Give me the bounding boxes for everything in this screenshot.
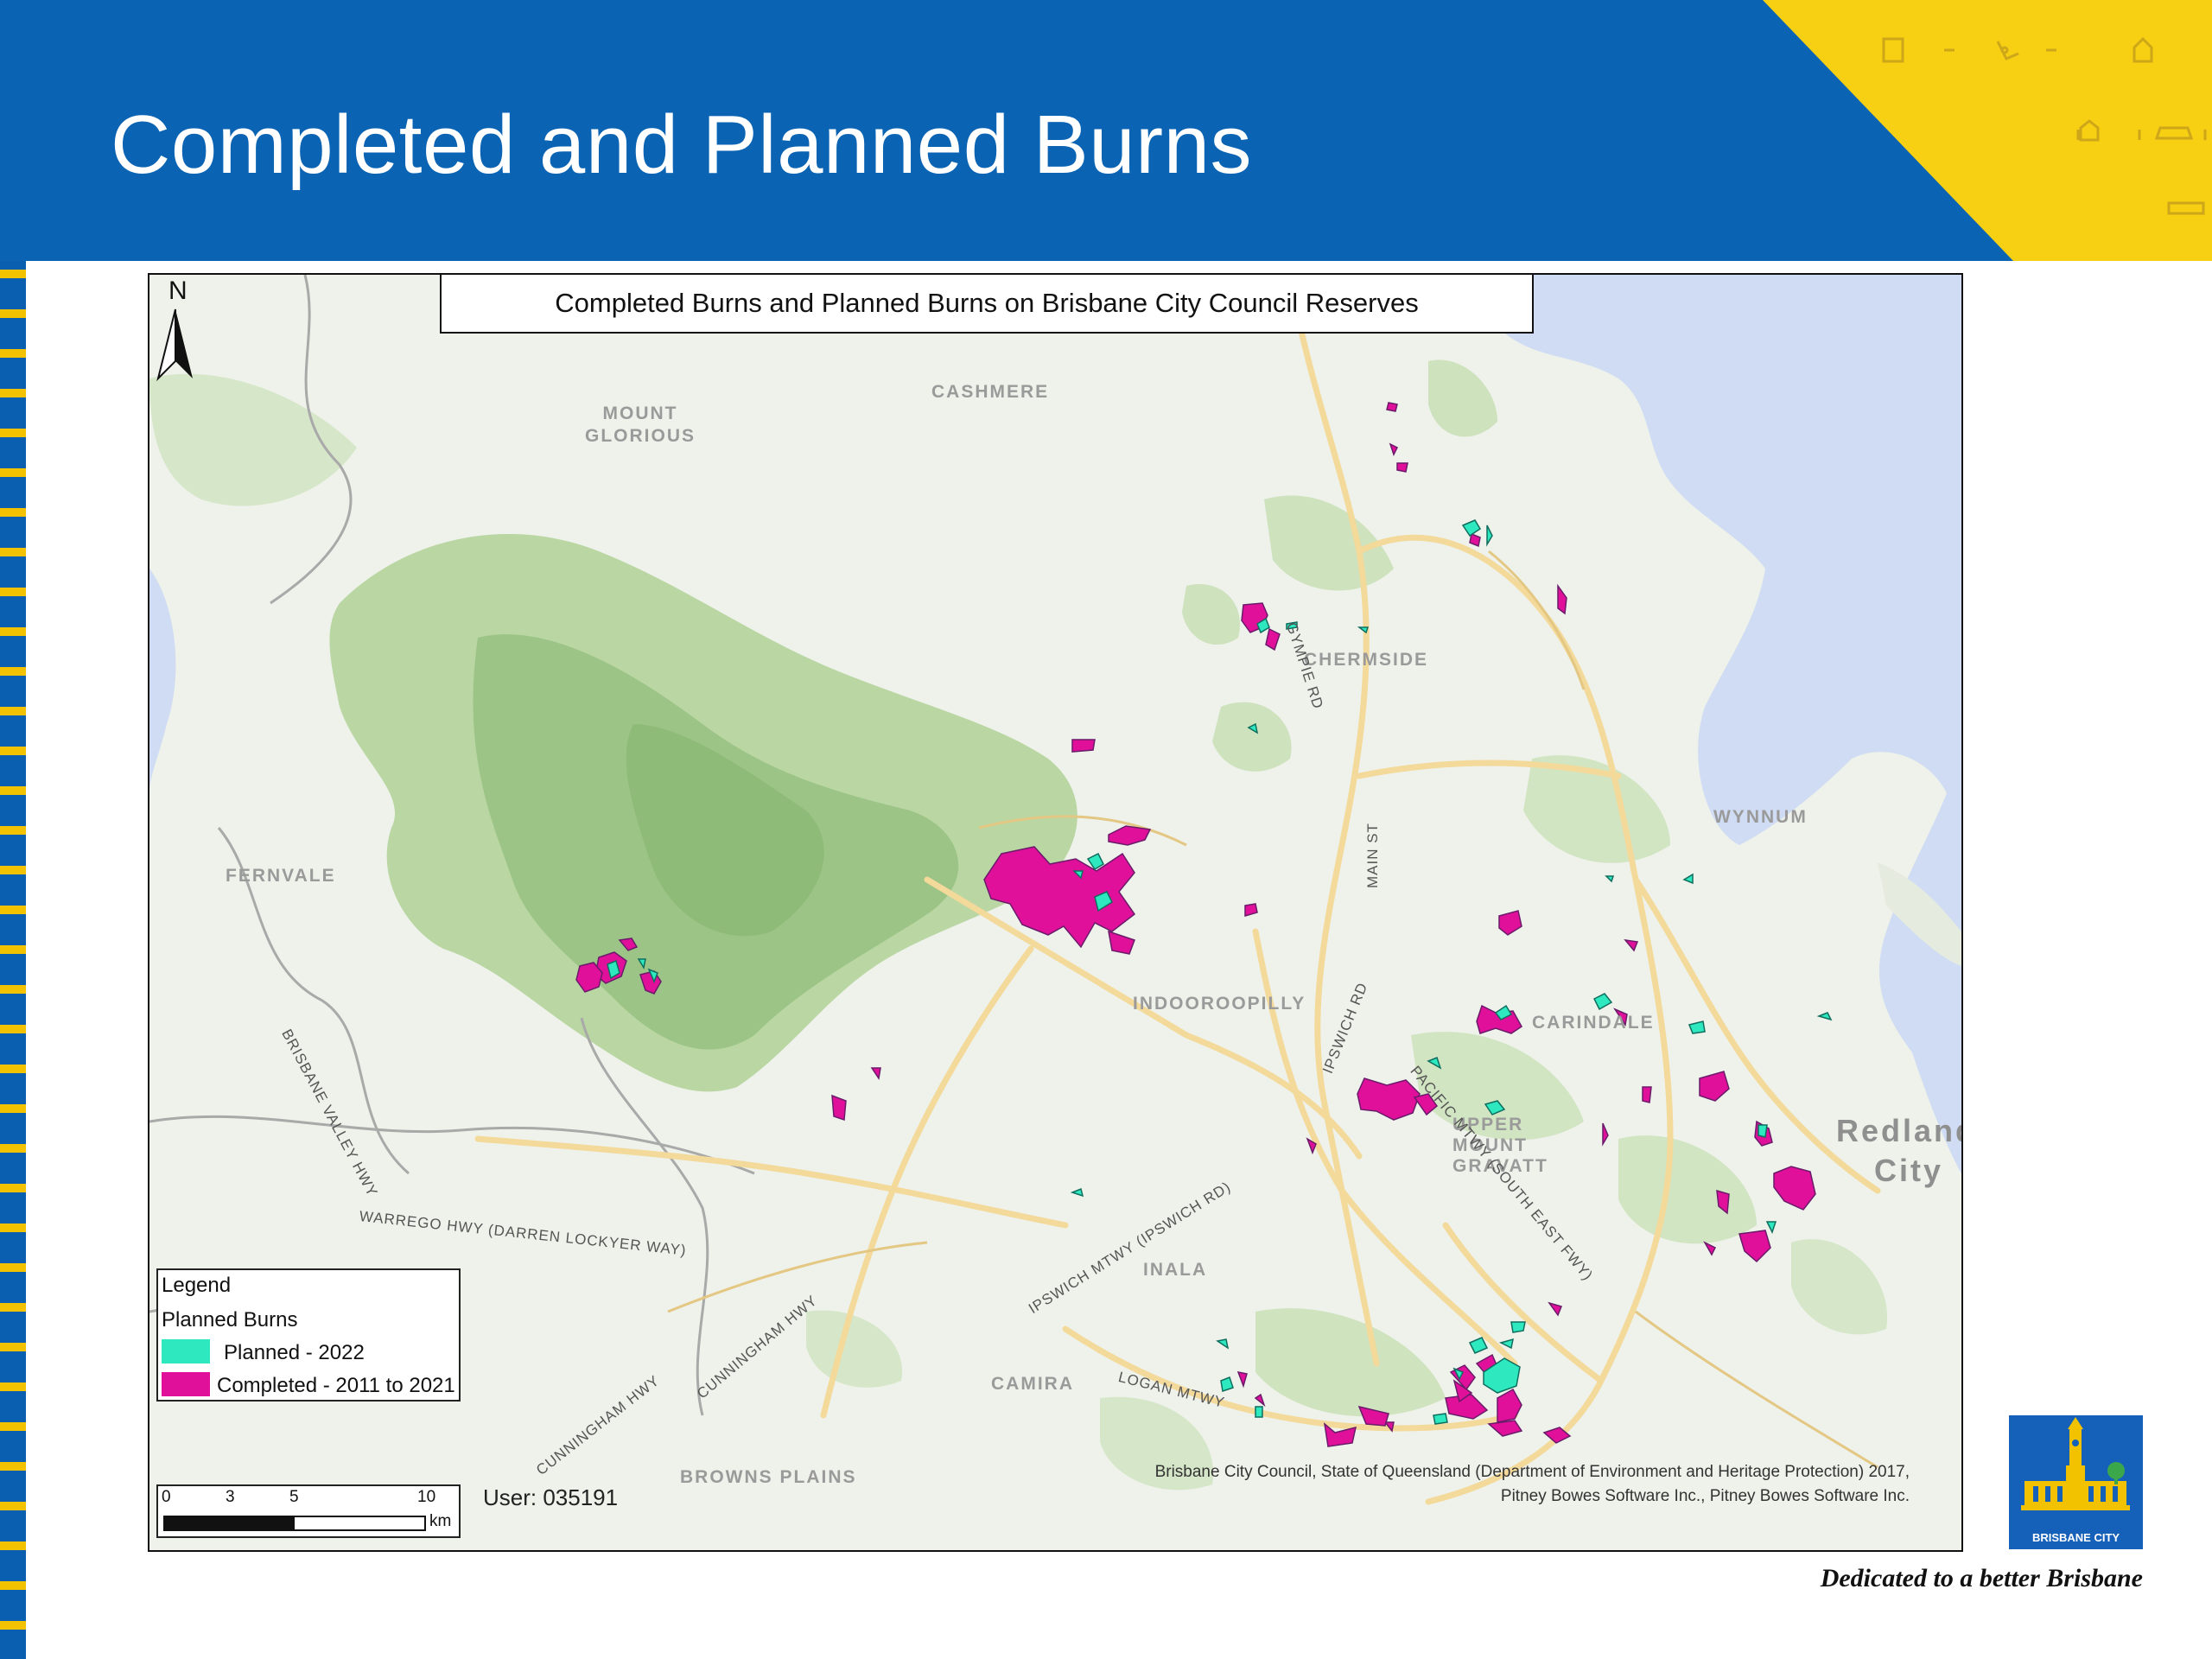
road-label-main-st: MAIN ST: [1364, 823, 1381, 888]
place-label-inala: INALA: [1143, 1260, 1208, 1280]
place-label-city: City: [1874, 1153, 1944, 1188]
place-label-fernvale: FERNVALE: [226, 866, 336, 886]
legend-swatch-completed: [162, 1372, 210, 1396]
attribution-line-1: Brisbane City Council, State of Queensla…: [1154, 1463, 1910, 1481]
map-attribution: Brisbane City Council, State of Queensla…: [1155, 1460, 1910, 1509]
map-legend: Legend Planned Burns Planned - 2022 Comp…: [156, 1268, 461, 1402]
scale-bar: 0 3 5 10 km: [156, 1484, 461, 1538]
header-heritage-icons: [1882, 36, 2207, 215]
place-label-mount-glorious: MOUNT GLORIOUS: [584, 404, 696, 446]
city-hall-icon: [2021, 1417, 2130, 1510]
user-id: User: 035191: [483, 1484, 619, 1510]
place-label-browns-plains: BROWNS PLAINS: [680, 1467, 857, 1487]
legend-label-completed: Completed - 2011 to 2021: [217, 1374, 455, 1397]
scale-tick-3: 3: [226, 1488, 235, 1506]
slide-title: Completed and Planned Burns: [111, 99, 1253, 191]
legend-heading: Legend: [162, 1274, 232, 1297]
legend-label-planned: Planned - 2022: [224, 1341, 365, 1364]
burns-map[interactable]: CASHMERE MOUNT GLORIOUS CHERMSIDE WYNNUM…: [148, 273, 1963, 1552]
legend-swatch-planned: [162, 1339, 210, 1363]
place-label-redland: Redland: [1836, 1113, 1963, 1148]
scale-tick-5: 5: [289, 1488, 299, 1506]
tagline: Dedicated to a better Brisbane: [1820, 1564, 2143, 1592]
place-label-carindale: CARINDALE: [1532, 1013, 1655, 1033]
brisbane-city-logo: BRISBANE CITY: [2009, 1415, 2143, 1549]
place-label-camira: CAMIRA: [991, 1374, 1074, 1394]
scale-bar-graphic: [163, 1516, 426, 1531]
north-arrow-icon: [156, 308, 193, 382]
place-label-indooroopilly: INDOOROOPILLY: [1133, 994, 1306, 1014]
legend-subheading: Planned Burns: [162, 1308, 298, 1332]
place-label-cashmere: CASHMERE: [931, 382, 1050, 402]
map-title: Completed Burns and Planned Burns on Bri…: [440, 275, 1534, 334]
place-label-chermside: CHERMSIDE: [1304, 650, 1429, 670]
scale-tick-0: 0: [162, 1488, 171, 1506]
attribution-line-2: Pitney Bowes Software Inc., Pitney Bowes…: [1500, 1487, 1910, 1505]
place-label-wynnum: WYNNUM: [1713, 807, 1808, 827]
scale-unit: km: [429, 1512, 452, 1530]
logo-text: BRISBANE CITY: [2031, 1531, 2120, 1544]
scale-tick-10: 10: [417, 1488, 436, 1506]
